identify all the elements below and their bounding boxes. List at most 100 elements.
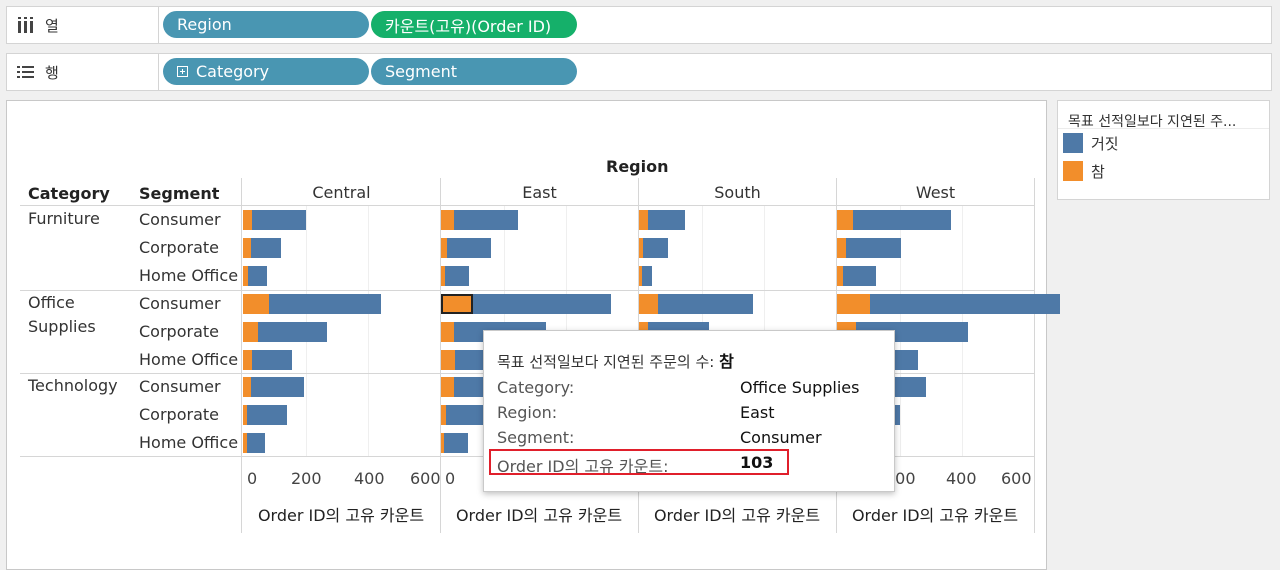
axis-title: Order ID의 고유 카운트	[257, 506, 425, 525]
bar-segment-true[interactable]	[441, 321, 455, 342]
legend-swatch-false	[1063, 133, 1083, 153]
column-divider	[1034, 178, 1035, 533]
bar-segment-false[interactable]	[842, 265, 877, 286]
axis-tick-label: 400	[354, 469, 385, 488]
bar-segment-false[interactable]	[247, 265, 268, 286]
legend-label-false: 거짓	[1091, 134, 1119, 153]
bar-segment-false[interactable]	[251, 349, 292, 370]
category-label: Technology	[28, 376, 118, 396]
columns-shelf: 열 Region 카운트(고유)(Order ID)	[6, 6, 1272, 44]
expand-icon[interactable]	[177, 66, 188, 77]
bar-segment-false[interactable]	[250, 377, 304, 398]
column-header-south: South	[714, 183, 761, 202]
bar-segment-false[interactable]	[445, 405, 486, 426]
bar-segment-true[interactable]	[243, 321, 258, 342]
segment-label: Consumer	[139, 210, 221, 229]
legend-label-true: 참	[1091, 162, 1105, 181]
tooltip-title-value: 참	[719, 352, 734, 371]
axis-tick-label: 400	[946, 469, 977, 488]
rows-label: 행	[45, 63, 59, 82]
axis-title: Order ID의 고유 카운트	[653, 506, 821, 525]
pill-segment[interactable]: Segment	[371, 58, 577, 85]
bar-segment-false[interactable]	[445, 265, 469, 286]
category-header: Category	[28, 184, 110, 203]
bar-segment-true[interactable]	[837, 237, 847, 258]
segment-label: Corporate	[139, 321, 219, 341]
segment-label: Consumer	[139, 377, 221, 397]
columns-label: 열	[45, 16, 59, 35]
bar-segment-true[interactable]	[243, 210, 253, 230]
axis-tick-label: 0	[445, 469, 456, 488]
tooltip-region-value: East	[740, 403, 775, 422]
bar-segment-false[interactable]	[453, 210, 518, 230]
bar-segment-false[interactable]	[869, 293, 1061, 314]
bar-segment-false[interactable]	[647, 210, 686, 230]
legend-item-false[interactable]: 거짓	[1058, 129, 1269, 157]
bar-segment-true[interactable]	[837, 293, 870, 314]
row-divider	[20, 205, 1034, 206]
bar-segment-false[interactable]	[657, 293, 754, 314]
axis-tick-label: 200	[291, 469, 322, 488]
segment-label: Corporate	[139, 237, 219, 257]
bar-segment-true[interactable]	[243, 237, 251, 258]
gridline	[368, 206, 369, 456]
axis-title: Order ID의 고유 카운트	[851, 506, 1019, 525]
tooltip-category-value: Office Supplies	[740, 378, 860, 397]
axis-tick-label: 600	[410, 469, 441, 488]
category-label: Furniture	[28, 209, 100, 228]
pill-region[interactable]: Region	[163, 11, 369, 38]
bar-segment-false[interactable]	[252, 210, 306, 230]
axis-title: Order ID의 고유 카운트	[455, 506, 623, 525]
region-header: Region	[606, 157, 669, 176]
bar-segment-true[interactable]	[243, 293, 269, 314]
tooltip-category-label: Category:	[497, 378, 575, 397]
bar-segment-false[interactable]	[473, 293, 611, 314]
bar-segment-true[interactable]	[441, 349, 456, 370]
tooltip-segment-value: Consumer	[740, 428, 822, 447]
pill-region-label: Region	[177, 15, 232, 34]
rows-shelf-label: 행	[7, 54, 157, 90]
segment-label: Home Office	[139, 265, 239, 285]
tooltip-title: 목표 선적일보다 지연된 주문의 수: 참	[497, 348, 734, 372]
segment-label: Home Office	[139, 349, 239, 369]
column-header-west: West	[915, 183, 956, 202]
bar-segment-true[interactable]	[243, 349, 252, 370]
tooltip-title-label: 목표 선적일보다 지연된 주문의 수:	[497, 353, 715, 371]
row-divider	[20, 290, 1034, 291]
bar-segment-false[interactable]	[250, 237, 281, 258]
bar-segment-true[interactable]	[441, 210, 454, 230]
legend-title: 목표 선적일보다 지연된 주...	[1058, 101, 1269, 129]
column-divider	[241, 178, 242, 533]
bar-segment-true[interactable]	[243, 377, 251, 398]
bar-segment-false[interactable]	[246, 433, 265, 454]
pill-count-order-id[interactable]: 카운트(고유)(Order ID)	[371, 11, 577, 38]
bar-segment-false[interactable]	[258, 321, 327, 342]
tooltip-highlight-box	[489, 449, 789, 475]
pill-category-label: Category	[196, 62, 270, 81]
bar-segment-false[interactable]	[446, 237, 492, 258]
bar-segment-false[interactable]	[641, 265, 653, 286]
legend-item-true[interactable]: 참	[1058, 157, 1269, 185]
pill-count-label: 카운트(고유)(Order ID)	[385, 16, 552, 36]
bar-segment-true[interactable]	[837, 210, 853, 230]
rows-icon	[17, 64, 35, 80]
category-label: Office Supplies	[28, 292, 96, 336]
bar-segment-false[interactable]	[444, 433, 468, 454]
color-legend: 목표 선적일보다 지연된 주... 거짓 참	[1057, 100, 1270, 200]
legend-swatch-true	[1063, 161, 1083, 181]
bar-segment-true[interactable]	[441, 293, 474, 314]
bar-segment-false[interactable]	[852, 210, 952, 230]
tooltip: 목표 선적일보다 지연된 주문의 수: 참 Category: Office S…	[483, 330, 895, 492]
bar-segment-false[interactable]	[846, 237, 902, 258]
segment-label: Corporate	[139, 405, 219, 425]
columns-icon	[17, 17, 35, 33]
axis-tick-label: 600	[1001, 469, 1032, 488]
bar-segment-false[interactable]	[247, 405, 288, 426]
segment-label: Consumer	[139, 293, 221, 313]
bar-segment-true[interactable]	[639, 293, 658, 314]
bar-segment-true[interactable]	[441, 377, 454, 398]
bar-segment-true[interactable]	[639, 210, 648, 230]
bar-segment-false[interactable]	[268, 293, 382, 314]
bar-segment-false[interactable]	[642, 237, 668, 258]
pill-category[interactable]: Category	[163, 58, 369, 85]
